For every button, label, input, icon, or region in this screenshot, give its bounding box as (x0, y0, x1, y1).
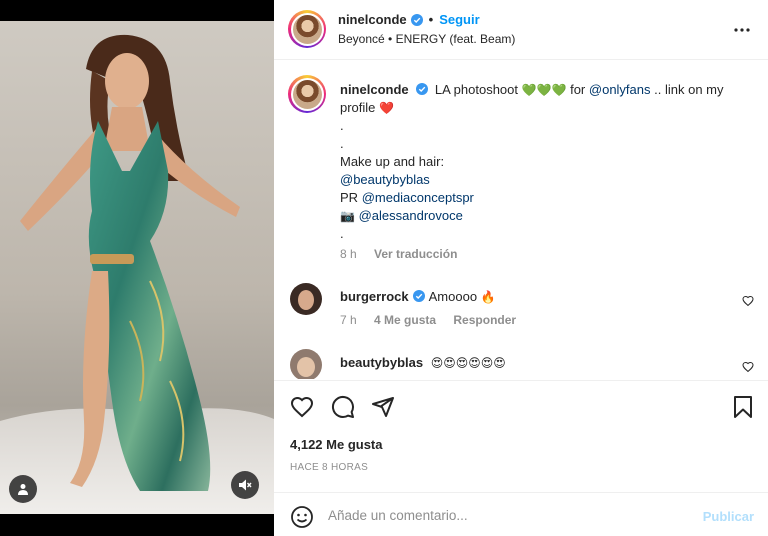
post-timestamp[interactable]: HACE 8 HORAS (290, 462, 368, 473)
more-options-icon (734, 28, 750, 32)
photo-illustration (0, 34, 274, 514)
red-heart-emoji: ❤️ (379, 101, 394, 115)
avatar-image (290, 283, 322, 315)
mention-alessandrovoce[interactable]: @alessandrovoce (359, 208, 463, 223)
heart-eyes-emoji: 😍😍😍😍😍😍 (430, 356, 506, 370)
caption-text-for: for (570, 82, 586, 97)
caption-username[interactable]: ninelconde (340, 82, 409, 97)
caption-text: ninelconde LA photoshoot 💚💚💚 for @onlyfa… (340, 81, 740, 243)
mute-button[interactable] (231, 471, 259, 499)
more-options-button[interactable] (734, 20, 750, 35)
commenter-avatar[interactable] (290, 283, 322, 315)
comment-meta: 7 h 4 Me gusta Responder (340, 313, 516, 327)
comment-body: beautybyblas 😍😍😍😍😍😍 (340, 355, 506, 370)
mention-onlyfans[interactable]: @onlyfans (589, 82, 651, 97)
user-tag-button[interactable] (9, 475, 37, 503)
verified-badge-icon (412, 290, 425, 302)
caption-dot-3: . (340, 226, 344, 241)
publish-button[interactable]: Publicar (703, 509, 754, 524)
comment-text: Amoooo (428, 289, 478, 304)
camera-emoji: 📷 (340, 209, 355, 223)
verified-badge-icon (410, 13, 423, 26)
mute-icon (239, 479, 252, 491)
mention-mediaconceptspr[interactable]: @mediaconceptspr (362, 190, 474, 205)
fire-emoji: 🔥 (480, 290, 496, 304)
reply-button[interactable]: Responder (453, 313, 516, 327)
post-photo[interactable] (0, 21, 274, 514)
commenter-username[interactable]: beautybyblas (340, 355, 423, 370)
author-line: ninelconde • Seguir (338, 12, 480, 27)
post-details-panel: ninelconde • Seguir Beyoncé • ENERGY (fe… (274, 0, 768, 536)
caption-makeup-line: Make up and hair: (340, 154, 445, 169)
avatar-image (290, 349, 322, 379)
author-username[interactable]: ninelconde (338, 12, 407, 27)
green-hearts-emoji: 💚💚💚 (521, 83, 567, 97)
comment-icon[interactable] (331, 395, 355, 419)
comment-input[interactable] (328, 503, 688, 527)
translate-button[interactable]: Ver traducción (374, 247, 457, 261)
post-actions: 4,122 Me gusta HACE 8 HORAS (274, 380, 768, 490)
comments-section[interactable]: ninelconde LA photoshoot 💚💚💚 for @onlyfa… (274, 61, 768, 379)
follow-button[interactable]: Seguir (439, 12, 479, 27)
share-icon[interactable] (371, 395, 395, 419)
separator-dot: • (428, 12, 434, 27)
emoji-icon[interactable] (290, 505, 314, 529)
comment-like-heart-icon[interactable] (742, 361, 754, 373)
like-count[interactable]: 4,122 Me gusta (290, 437, 383, 452)
mention-beautybyblas[interactable]: @beautybyblas (340, 172, 430, 187)
caption-meta: 8 h Ver traducción (340, 247, 457, 261)
caption-text-start: LA photoshoot (434, 82, 519, 97)
comment-body: burgerrock Amoooo 🔥 (340, 289, 496, 304)
post-media[interactable] (0, 0, 274, 536)
caption-avatar[interactable] (288, 75, 326, 113)
caption-pr-label: PR (340, 190, 359, 205)
author-avatar[interactable] (288, 10, 326, 48)
commenter-username[interactable]: burgerrock (340, 289, 409, 304)
caption-dot-1: . (340, 118, 344, 133)
comment-time[interactable]: 7 h (340, 313, 357, 327)
caption-time[interactable]: 8 h (340, 247, 357, 261)
comment-like-heart-icon[interactable] (742, 295, 754, 307)
post-header: ninelconde • Seguir Beyoncé • ENERGY (fe… (274, 0, 768, 60)
comment-likes[interactable]: 4 Me gusta (374, 313, 436, 327)
caption-dot-2: . (340, 136, 344, 151)
user-tag-icon (18, 484, 28, 495)
audio-track[interactable]: Beyoncé • ENERGY (feat. Beam) (338, 32, 515, 46)
verified-badge-icon (416, 83, 429, 95)
bookmark-icon[interactable] (732, 395, 754, 419)
commenter-avatar[interactable] (290, 349, 322, 379)
add-comment-bar: Publicar (274, 492, 768, 536)
heart-icon[interactable] (290, 395, 314, 419)
